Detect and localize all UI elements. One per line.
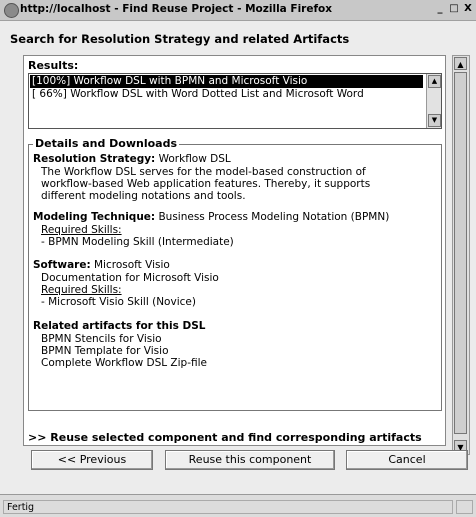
related-artifacts-label: Related artifacts for this DSL bbox=[33, 320, 206, 332]
page-scrollbar[interactable]: ▲ ▼ bbox=[452, 55, 470, 455]
strategy-label: Resolution Strategy: bbox=[33, 153, 156, 165]
artifact-link[interactable]: BPMN Template for Visio bbox=[41, 345, 169, 357]
arrow-up-icon[interactable]: ▲ bbox=[454, 57, 467, 70]
software-doc-link[interactable]: Documentation for Microsoft Visio bbox=[41, 272, 219, 284]
listbox-scrollbar[interactable]: ▲ ▼ bbox=[426, 74, 441, 128]
strategy-desc: different modeling notations and tools. bbox=[41, 190, 246, 202]
strategy-line: Resolution Strategy: Workflow DSL bbox=[33, 153, 231, 165]
arrow-up-icon[interactable]: ▲ bbox=[428, 75, 441, 88]
strategy-desc: The Workflow DSL serves for the model-ba… bbox=[41, 166, 366, 178]
minimize-button[interactable]: _ bbox=[434, 3, 446, 15]
list-item[interactable]: [ 66%] Workflow DSL with Word Dotted Lis… bbox=[30, 88, 364, 101]
artifact-link[interactable]: BPMN Stencils for Visio bbox=[41, 333, 162, 345]
technique-line: Modeling Technique: Business Process Mod… bbox=[33, 211, 389, 223]
status-text: Fertig bbox=[3, 500, 453, 514]
status-panel bbox=[456, 500, 473, 514]
results-label: Results: bbox=[28, 59, 79, 72]
maximize-button[interactable]: □ bbox=[448, 3, 460, 15]
page-content: Search for Resolution Strategy and relat… bbox=[0, 21, 476, 494]
scrollbar-thumb[interactable] bbox=[454, 72, 467, 434]
software-label: Software: bbox=[33, 259, 91, 271]
details-fieldset: Details and Downloads Resolution Strateg… bbox=[28, 137, 442, 411]
results-listbox[interactable]: [100%] Workflow DSL with BPMN and Micros… bbox=[28, 73, 442, 129]
software-skill: - Microsoft Visio Skill (Novice) bbox=[41, 296, 196, 308]
software-line: Software: Microsoft Visio bbox=[33, 259, 170, 271]
technique-label: Modeling Technique: bbox=[33, 211, 156, 223]
details-legend: Details and Downloads bbox=[33, 137, 180, 150]
arrow-down-icon[interactable]: ▼ bbox=[428, 114, 441, 127]
list-item-selected[interactable]: [100%] Workflow DSL with BPMN and Micros… bbox=[30, 75, 423, 88]
technique-skill: - BPMN Modeling Skill (Intermediate) bbox=[41, 236, 234, 248]
close-button[interactable]: X bbox=[462, 3, 474, 15]
previous-button[interactable]: << Previous bbox=[31, 450, 153, 470]
content-frame: Results: [100%] Workflow DSL with BPMN a… bbox=[23, 55, 446, 446]
status-bar: Fertig bbox=[0, 494, 476, 517]
strategy-desc: workflow-based Web application features.… bbox=[41, 178, 371, 190]
software-value: Microsoft Visio bbox=[94, 259, 170, 271]
reuse-button[interactable]: Reuse this component bbox=[165, 450, 335, 470]
technique-value: Business Process Modeling Notation (BPMN… bbox=[158, 211, 390, 223]
cancel-button[interactable]: Cancel bbox=[346, 450, 468, 470]
page-title: Search for Resolution Strategy and relat… bbox=[10, 32, 350, 46]
required-skills-link[interactable]: Required Skills: bbox=[41, 224, 122, 236]
strategy-value: Workflow DSL bbox=[158, 153, 231, 165]
firefox-icon bbox=[4, 3, 19, 18]
required-skills-link[interactable]: Required Skills: bbox=[41, 284, 122, 296]
window-title: http://localhost - Find Reuse Project - … bbox=[20, 3, 333, 15]
reuse-component-link[interactable]: >> Reuse selected component and find cor… bbox=[28, 431, 422, 444]
title-bar: http://localhost - Find Reuse Project - … bbox=[0, 0, 476, 21]
artifact-link[interactable]: Complete Workflow DSL Zip-file bbox=[41, 357, 207, 369]
